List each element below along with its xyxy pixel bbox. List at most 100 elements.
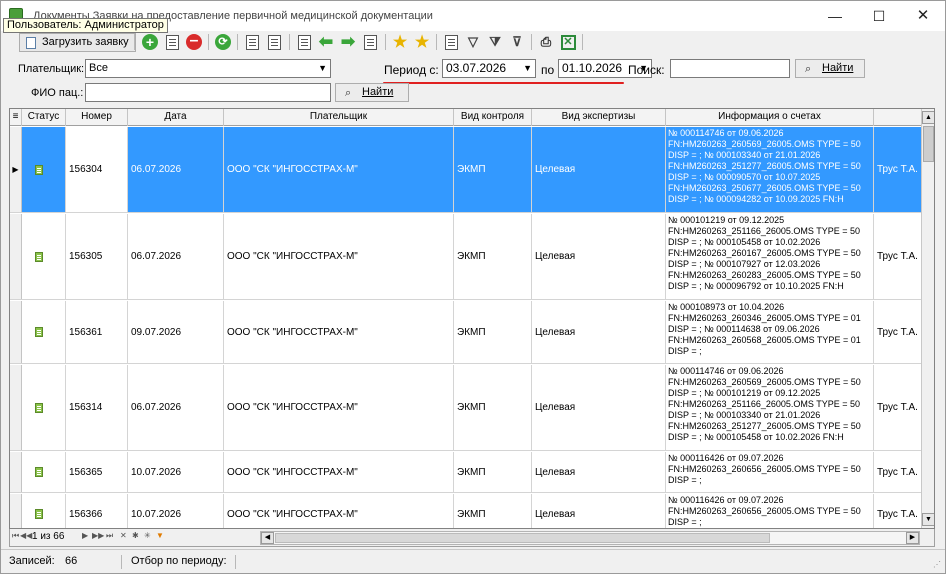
last-record-icon[interactable]: ⏭ bbox=[106, 531, 113, 541]
vertical-scrollbar[interactable]: ▲ ▼ bbox=[921, 109, 934, 528]
row-indicator[interactable] bbox=[10, 494, 22, 528]
print-button[interactable]: ⎙ bbox=[537, 33, 555, 51]
scroll-up-icon[interactable]: ▲ bbox=[922, 111, 934, 124]
invoice-info-cell[interactable]: № 000116426 от 09.07.2026 FN:HM260263_260… bbox=[666, 494, 874, 528]
find-patient-button[interactable]: ⌕ Найти bbox=[335, 83, 409, 102]
number-cell[interactable]: 156365 bbox=[66, 452, 128, 492]
add-button[interactable]: + bbox=[141, 33, 159, 51]
status-cell[interactable] bbox=[22, 494, 66, 528]
table-row[interactable]: 156366 10.07.2026 ООО "СК "ИНГОССТРАХ-М" ЭК… bbox=[10, 494, 922, 528]
period-from-select[interactable]: 03.07.2026 ▼ bbox=[442, 59, 536, 78]
hscroll-thumb[interactable] bbox=[275, 533, 770, 543]
payer-cell[interactable]: ООО "СК "ИНГОССТРАХ-М" bbox=[224, 452, 454, 492]
fio-input[interactable] bbox=[85, 83, 331, 102]
import-button[interactable] bbox=[361, 33, 379, 51]
number-cell[interactable]: 156314 bbox=[66, 365, 128, 450]
column-header-expertise[interactable]: Вид экспертизы bbox=[532, 109, 666, 126]
minimize-button[interactable]: — bbox=[819, 5, 851, 27]
row-indicator[interactable] bbox=[10, 365, 22, 450]
scroll-left-icon[interactable]: ◀ bbox=[261, 532, 274, 544]
column-header-expert[interactable] bbox=[874, 109, 922, 126]
invoice-info-cell[interactable]: № 000114746 от 09.06.2026 FN:HM260263_260… bbox=[666, 127, 874, 212]
favorite-add-button[interactable]: ★ bbox=[391, 33, 409, 51]
filter-icon[interactable]: ▼ bbox=[156, 531, 164, 540]
search-input[interactable] bbox=[670, 59, 790, 78]
date-cell[interactable]: 06.07.2026 bbox=[128, 127, 224, 212]
date-cell[interactable]: 10.07.2026 bbox=[128, 452, 224, 492]
number-cell[interactable]: 156304 bbox=[66, 127, 128, 212]
invoice-info-cell[interactable]: № 000114746 от 09.06.2026 FN:HM260263_260… bbox=[666, 365, 874, 450]
row-indicator[interactable] bbox=[10, 214, 22, 299]
number-cell[interactable]: 156305 bbox=[66, 214, 128, 299]
column-header-date[interactable]: Дата bbox=[128, 109, 224, 126]
doc-cancel-button[interactable] bbox=[265, 33, 283, 51]
edit-button[interactable] bbox=[163, 33, 181, 51]
expert-cell[interactable]: Трус Т.А. bbox=[874, 365, 922, 450]
table-row[interactable]: 156305 06.07.2026 ООО "СК "ИНГОССТРАХ-М" ЭК… bbox=[10, 214, 922, 300]
column-header-invoice-info[interactable]: Информация о счетах bbox=[666, 109, 874, 126]
status-cell[interactable] bbox=[22, 365, 66, 450]
column-header-control[interactable]: Вид контроля bbox=[454, 109, 532, 126]
delete-button[interactable]: – bbox=[185, 33, 203, 51]
next-record-icon[interactable]: ▶ bbox=[82, 531, 88, 540]
control-cell[interactable]: ЭКМП bbox=[454, 365, 532, 450]
close-button[interactable]: ✕ bbox=[907, 5, 939, 27]
expertise-cell[interactable]: Целевая bbox=[532, 301, 666, 363]
number-cell[interactable]: 156366 bbox=[66, 494, 128, 528]
date-cell[interactable]: 06.07.2026 bbox=[128, 365, 224, 450]
next-page-icon[interactable]: ▶▶ bbox=[92, 531, 104, 540]
row-indicator[interactable] bbox=[10, 452, 22, 492]
payer-cell[interactable]: ООО "СК "ИНГОССТРАХ-М" bbox=[224, 365, 454, 450]
refresh-button[interactable]: ⟳ bbox=[214, 33, 232, 51]
current-row-arrow-icon[interactable]: ▶ bbox=[10, 127, 22, 212]
expertise-cell[interactable]: Целевая bbox=[532, 494, 666, 528]
favorite-button[interactable]: ★ bbox=[413, 33, 431, 51]
column-header-number[interactable]: Номер bbox=[66, 109, 128, 126]
export-button[interactable] bbox=[295, 33, 313, 51]
payer-cell[interactable]: ООО "СК "ИНГОССТРАХ-М" bbox=[224, 301, 454, 363]
invoice-info-cell[interactable]: № 000101219 от 09.12.2025 FN:HM260263_251… bbox=[666, 214, 874, 299]
control-cell[interactable]: ЭКМП bbox=[454, 452, 532, 492]
table-row[interactable]: 156314 06.07.2026 ООО "СК "ИНГОССТРАХ-М" ЭК… bbox=[10, 365, 922, 451]
control-cell[interactable]: ЭКМП bbox=[454, 214, 532, 299]
expert-cell[interactable]: Трус Т.А. bbox=[874, 301, 922, 363]
date-cell[interactable]: 10.07.2026 bbox=[128, 494, 224, 528]
control-cell[interactable]: ЭКМП bbox=[454, 301, 532, 363]
maximize-button[interactable]: ☐ bbox=[863, 5, 895, 27]
number-cell[interactable]: 156361 bbox=[66, 301, 128, 363]
expert-cell[interactable]: Трус Т.А. bbox=[874, 494, 922, 528]
find-button[interactable]: ⌕ Найти bbox=[795, 59, 865, 78]
column-chooser-icon[interactable]: ≡ bbox=[10, 109, 22, 126]
first-record-icon[interactable]: ⏮ bbox=[12, 531, 19, 541]
row-indicator[interactable] bbox=[10, 301, 22, 363]
payer-select[interactable]: Все ▼ bbox=[85, 59, 331, 78]
expertise-cell[interactable]: Целевая bbox=[532, 365, 666, 450]
status-cell[interactable] bbox=[22, 301, 66, 363]
calendar-button[interactable] bbox=[442, 33, 460, 51]
expert-cell[interactable]: Трус Т.А. bbox=[874, 452, 922, 492]
filter-doc-button[interactable]: ⧩ bbox=[486, 33, 504, 51]
expert-cell[interactable]: Трус Т.А. bbox=[874, 214, 922, 299]
status-cell[interactable] bbox=[22, 452, 66, 492]
status-cell[interactable] bbox=[22, 214, 66, 299]
cancel-icon[interactable]: ✕ bbox=[120, 531, 127, 540]
date-cell[interactable]: 09.07.2026 bbox=[128, 301, 224, 363]
expertise-cell[interactable]: Целевая bbox=[532, 214, 666, 299]
mark-all-icon[interactable]: ✳ bbox=[144, 531, 151, 540]
control-cell[interactable]: ЭКМП bbox=[454, 494, 532, 528]
invoice-info-cell[interactable]: № 000108973 от 10.04.2026 FN:HM260263_260… bbox=[666, 301, 874, 363]
invoice-info-cell[interactable]: № 000116426 от 09.07.2026 FN:HM260263_260… bbox=[666, 452, 874, 492]
expert-cell[interactable]: Трус Т.А. bbox=[874, 127, 922, 212]
expertise-cell[interactable]: Целевая bbox=[532, 452, 666, 492]
scroll-right-icon[interactable]: ▶ bbox=[906, 532, 919, 544]
payer-cell[interactable]: ООО "СК "ИНГОССТРАХ-М" bbox=[224, 494, 454, 528]
scroll-thumb[interactable] bbox=[923, 126, 934, 162]
table-row[interactable]: 156365 10.07.2026 ООО "СК "ИНГОССТРАХ-М" ЭК… bbox=[10, 452, 922, 493]
scroll-down-icon[interactable]: ▼ bbox=[922, 513, 934, 526]
mark-icon[interactable]: ✱ bbox=[132, 531, 139, 540]
clear-filter-button[interactable]: ⊽ bbox=[508, 33, 526, 51]
excel-button[interactable]: ✕ bbox=[559, 33, 577, 51]
payer-cell[interactable]: ООО "СК "ИНГОССТРАХ-М" bbox=[224, 214, 454, 299]
column-header-payer[interactable]: Плательщик bbox=[224, 109, 454, 126]
doc-check-button[interactable] bbox=[243, 33, 261, 51]
